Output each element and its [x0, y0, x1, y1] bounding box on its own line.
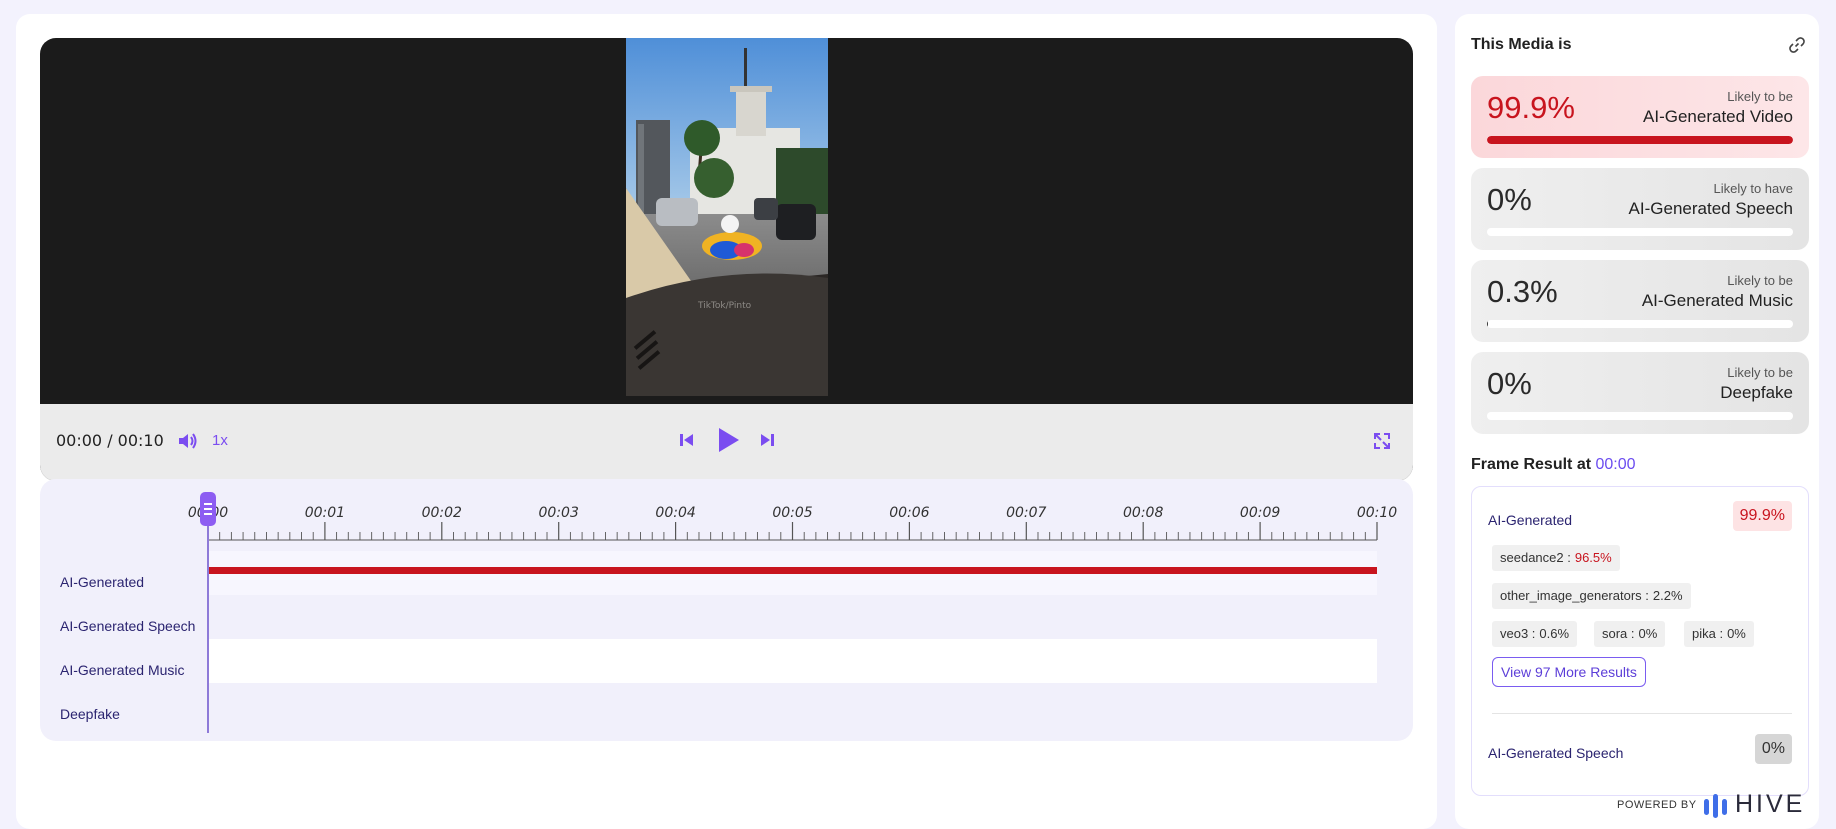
hive-logo-icon	[1703, 792, 1729, 825]
track-label-ai-generated: AI-Generated	[60, 574, 145, 590]
result-card: 0.3% Likely to be AI-Generated Music	[1471, 260, 1809, 342]
fullscreen-icon[interactable]	[1372, 431, 1392, 451]
frame-timestamp: 00:00	[1595, 456, 1636, 473]
model-chip-pika: pika :0%	[1684, 621, 1754, 647]
frame-result-box: AI-Generated 99.9% seedance2 :96.5% othe…	[1471, 486, 1809, 796]
result-sub-label: Likely to be	[1727, 89, 1793, 104]
video-watermark: TikTok/Pinto	[697, 301, 752, 311]
track-detection-bar	[208, 567, 1377, 574]
result-card: 0% Likely to have AI-Generated Speech	[1471, 168, 1809, 250]
timeline-ruler	[207, 522, 1378, 541]
frame-ai-label: AI-Generated	[1488, 512, 1573, 528]
track-row-bg	[208, 683, 1377, 727]
results-panel: This Media is 99.9% Likely to be AI-Genera…	[1455, 14, 1819, 829]
track-label-deepfake: Deepfake	[60, 706, 120, 722]
view-more-results-button[interactable]: View 97 More Results	[1492, 657, 1646, 687]
model-chip-sora: sora :0%	[1594, 621, 1666, 647]
results-title: This Media is	[1471, 36, 1572, 53]
play-icon[interactable]	[715, 426, 741, 454]
result-bar-fill	[1487, 136, 1793, 144]
frame-speech-label: AI-Generated Speech	[1488, 745, 1624, 761]
hive-brand-text: HIVE	[1735, 790, 1806, 818]
track-row-bg	[208, 639, 1377, 683]
result-main-label: AI-Generated Music	[1641, 291, 1793, 310]
result-percent: 99.9%	[1487, 90, 1575, 125]
result-sub-label: Likely to be	[1727, 365, 1793, 380]
result-main-label: AI-Generated Video	[1643, 107, 1793, 126]
track-label-ai-speech: AI-Generated Speech	[60, 618, 196, 634]
result-bar	[1487, 136, 1793, 144]
playback-speed-button[interactable]: 1x	[212, 432, 228, 449]
playhead-drag-handle[interactable]	[200, 492, 216, 526]
result-bar	[1487, 320, 1793, 328]
frame-result-title: Frame Result at 00:00	[1471, 456, 1636, 473]
result-card: 99.9% Likely to be AI-Generated Video	[1471, 76, 1809, 158]
result-bar	[1487, 412, 1793, 420]
result-card: 0% Likely to be Deepfake	[1471, 352, 1809, 434]
divider	[1492, 713, 1792, 714]
frame-ai-value-badge: 99.9%	[1732, 501, 1792, 531]
result-sub-label: Likely to be	[1727, 273, 1793, 288]
track-label-ai-music: AI-Generated Music	[60, 662, 185, 678]
frame-speech-value-badge: 0%	[1754, 734, 1792, 764]
main-panel: TikTok/Pinto 00:00 / 00:10 1x 00:0000:0	[16, 14, 1437, 829]
result-bar	[1487, 228, 1793, 236]
skip-back-icon[interactable]	[678, 431, 696, 449]
video-frame[interactable]: TikTok/Pinto	[626, 38, 828, 396]
result-bar-fill	[1487, 320, 1488, 328]
player-controls: 00:00 / 00:10 1x	[40, 404, 1413, 481]
video-thumbnail-image: TikTok/Pinto	[626, 38, 828, 396]
powered-by-text: POWERED BY	[1617, 799, 1697, 811]
link-icon[interactable]	[1788, 36, 1806, 59]
time-display: 00:00 / 00:10	[56, 431, 164, 450]
volume-icon[interactable]	[176, 430, 198, 452]
result-sub-label: Likely to have	[1713, 181, 1794, 196]
result-main-label: AI-Generated Speech	[1628, 199, 1793, 218]
model-chip-seedance2: seedance2 :96.5%	[1492, 545, 1620, 571]
timeline-playhead	[207, 503, 209, 733]
track-row-bg	[208, 595, 1377, 639]
model-chip-other-image-generators: other_image_generators :2.2%	[1492, 583, 1691, 609]
detection-timeline[interactable]: 00:0000:0100:0200:0300:0400:0500:0600:07…	[40, 479, 1413, 741]
result-percent: 0%	[1487, 182, 1532, 217]
result-main-label: Deepfake	[1720, 383, 1793, 402]
result-percent: 0.3%	[1487, 274, 1558, 309]
skip-forward-icon[interactable]	[758, 431, 776, 449]
result-percent: 0%	[1487, 366, 1532, 401]
model-chip-veo3: veo3 :0.6%	[1492, 621, 1578, 647]
video-player[interactable]: TikTok/Pinto 00:00 / 00:10 1x	[40, 38, 1413, 481]
